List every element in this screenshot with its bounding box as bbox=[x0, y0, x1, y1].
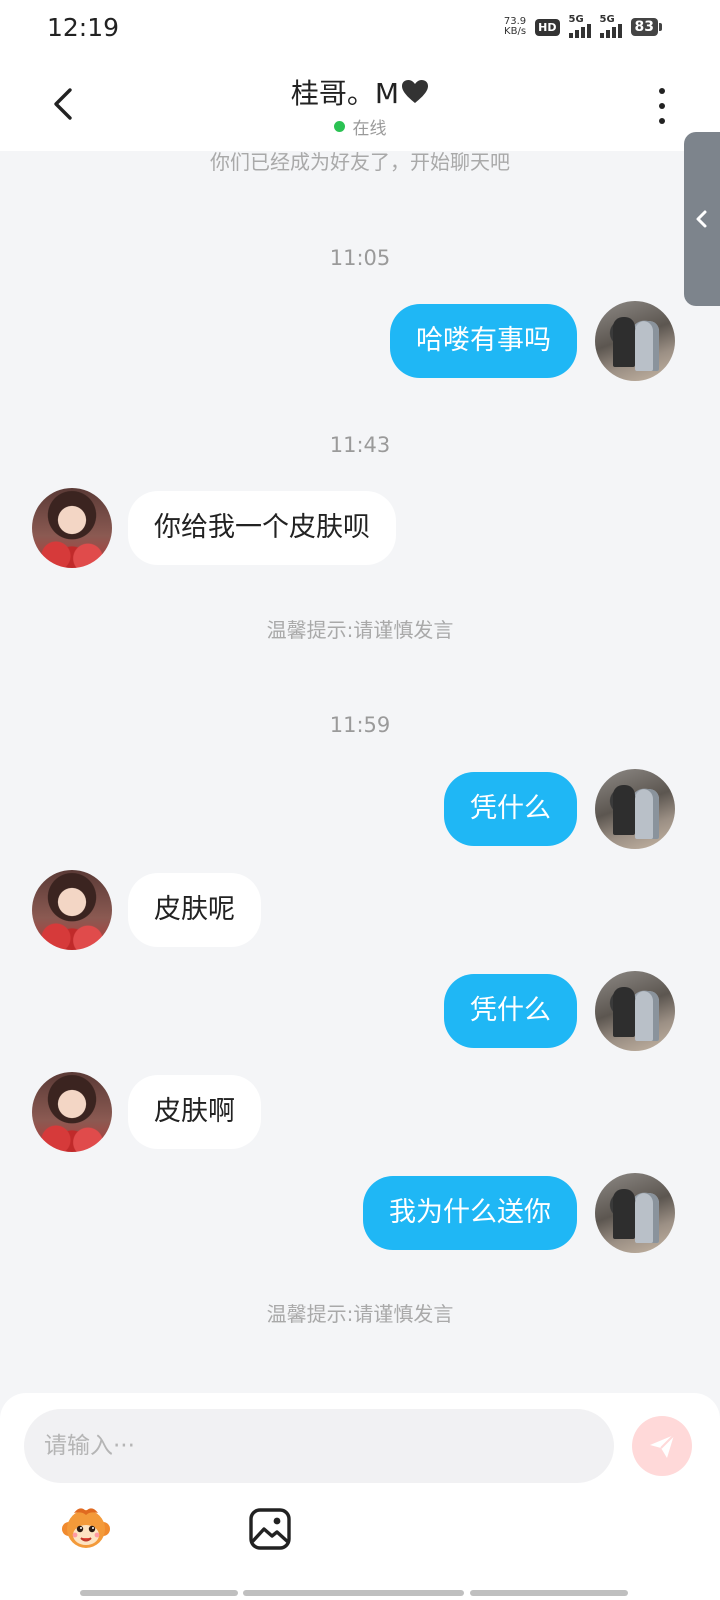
more-dot-icon bbox=[659, 88, 665, 94]
message-bubble[interactable]: 凭什么 bbox=[444, 974, 577, 1048]
sim1-label: 5G bbox=[568, 14, 584, 25]
message-bubble[interactable]: 我为什么送你 bbox=[363, 1176, 577, 1250]
battery-icon: 83 bbox=[630, 18, 662, 36]
sticker-button[interactable] bbox=[60, 1503, 112, 1555]
timestamp: 11:59 bbox=[329, 713, 391, 737]
contact-avatar[interactable] bbox=[32, 488, 112, 568]
monkey-emoji-icon bbox=[62, 1508, 110, 1548]
status-icons: 73.9 KB/s HD 5G 5G 83 bbox=[504, 14, 662, 40]
message-received: 皮肤啊 bbox=[32, 1072, 261, 1152]
message-bubble[interactable]: 哈喽有事吗 bbox=[390, 304, 577, 378]
signal-icon-2: 5G bbox=[599, 14, 622, 38]
my-avatar[interactable] bbox=[595, 971, 675, 1051]
message-sent: 凭什么 bbox=[444, 769, 675, 849]
message-received: 皮肤呢 bbox=[32, 870, 261, 950]
network-speed: 73.9 KB/s bbox=[504, 17, 526, 37]
chevron-left-icon bbox=[696, 210, 707, 228]
contact-name-text: 桂哥。M bbox=[290, 77, 400, 110]
contact-name[interactable]: 桂哥。M bbox=[291, 72, 429, 112]
chat-header: 桂哥。M 在线 bbox=[0, 56, 720, 151]
timestamp: 11:43 bbox=[329, 433, 391, 457]
more-dot-icon bbox=[659, 103, 665, 109]
image-icon bbox=[249, 1508, 291, 1550]
signal-icon: 5G bbox=[568, 14, 591, 38]
contact-avatar[interactable] bbox=[32, 870, 112, 950]
gesture-bar bbox=[470, 1590, 628, 1596]
my-avatar[interactable] bbox=[595, 769, 675, 849]
my-avatar[interactable] bbox=[595, 1173, 675, 1253]
send-button[interactable] bbox=[632, 1416, 692, 1476]
image-button[interactable] bbox=[246, 1505, 294, 1553]
network-speed-unit: KB/s bbox=[504, 26, 527, 37]
message-bubble[interactable]: 凭什么 bbox=[444, 772, 577, 846]
warning-notice: 温馨提示:请谨慎发言 bbox=[266, 1302, 454, 1326]
sim2-label: 5G bbox=[599, 14, 615, 25]
my-avatar[interactable] bbox=[595, 301, 675, 381]
message-bubble[interactable]: 皮肤啊 bbox=[128, 1075, 261, 1149]
more-dot-icon bbox=[659, 118, 665, 124]
paper-plane-icon bbox=[650, 1434, 675, 1458]
more-options-button[interactable] bbox=[650, 86, 674, 126]
input-panel bbox=[0, 1393, 720, 1600]
message-bubble[interactable]: 皮肤呢 bbox=[128, 873, 261, 947]
warning-notice: 温馨提示:请谨慎发言 bbox=[266, 618, 454, 642]
message-received: 你给我一个皮肤呗 bbox=[32, 488, 396, 568]
status-bar: 12:19 73.9 KB/s HD 5G 5G 83 bbox=[0, 0, 720, 56]
timestamp: 11:05 bbox=[329, 246, 391, 270]
contact-avatar[interactable] bbox=[32, 1072, 112, 1152]
gesture-bar bbox=[80, 1590, 238, 1596]
hd-icon: HD bbox=[535, 18, 560, 36]
message-sent: 我为什么送你 bbox=[363, 1173, 675, 1253]
message-input[interactable] bbox=[24, 1409, 614, 1483]
online-dot-icon bbox=[333, 121, 345, 132]
online-status-text: 在线 bbox=[352, 119, 387, 139]
online-status: 在线 bbox=[0, 114, 720, 139]
message-bubble[interactable]: 你给我一个皮肤呗 bbox=[128, 491, 396, 565]
friend-notice: 你们已经成为好友了，开始聊天吧 bbox=[210, 150, 510, 174]
battery-level: 83 bbox=[630, 18, 658, 36]
message-sent: 凭什么 bbox=[444, 971, 675, 1051]
message-sent: 哈喽有事吗 bbox=[390, 301, 675, 381]
heart-icon bbox=[402, 80, 429, 103]
gesture-bar bbox=[243, 1590, 464, 1596]
status-time: 12:19 bbox=[47, 13, 120, 42]
title-block: 桂哥。M 在线 bbox=[0, 72, 720, 139]
chat-screen: 12:19 73.9 KB/s HD 5G 5G 83 桂哥。M 在线 你们已经… bbox=[0, 0, 720, 1600]
